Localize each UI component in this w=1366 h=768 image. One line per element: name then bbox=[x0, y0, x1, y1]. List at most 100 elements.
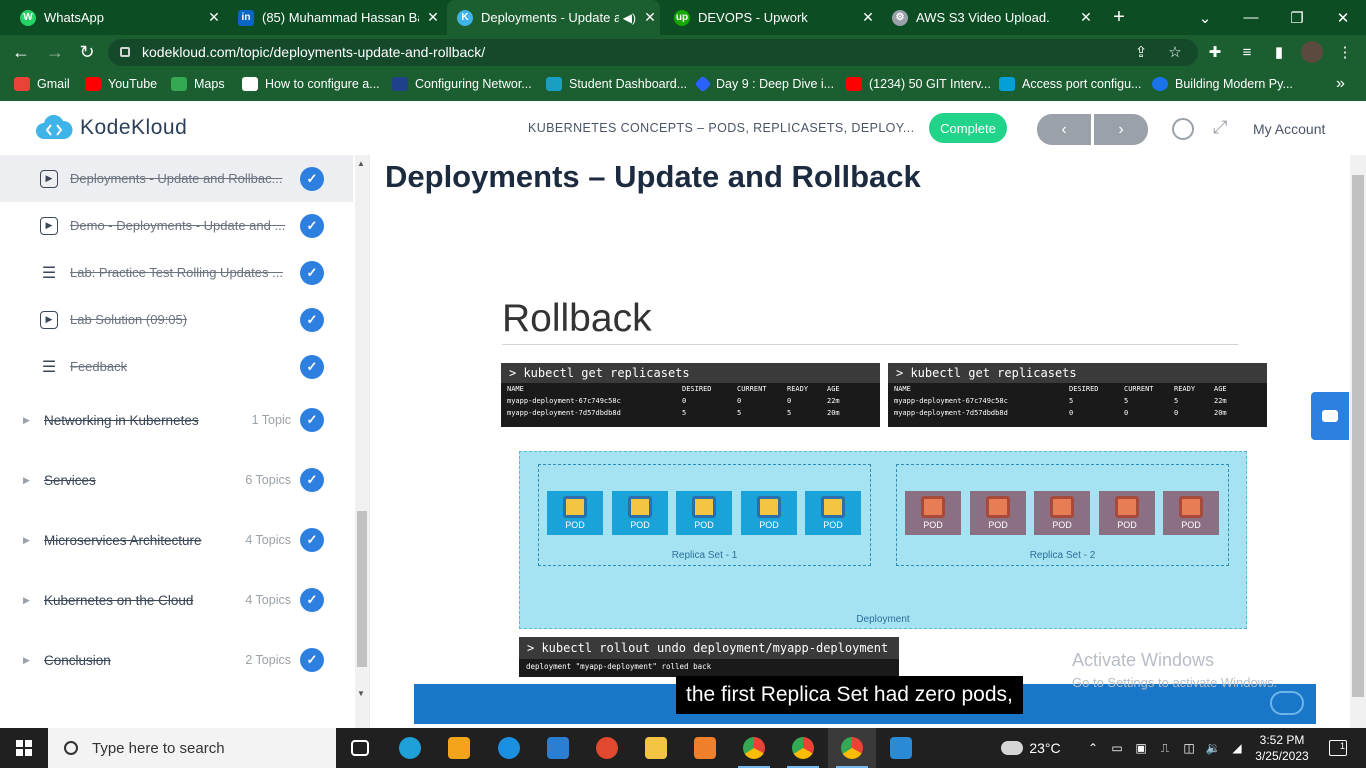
check-icon[interactable]: ✓ bbox=[300, 408, 324, 432]
bookmark-access-port[interactable]: Access port configu... bbox=[999, 69, 1142, 99]
prev-lesson-button[interactable]: ‹ bbox=[1037, 114, 1091, 145]
section-conclusion[interactable]: ▶ Conclusion 2 Topics ✓ bbox=[0, 631, 353, 689]
extensions-icon[interactable]: ✚ bbox=[1200, 35, 1230, 69]
tab-linkedin[interactable]: in (85) Muhammad Hassan Bash ✕ bbox=[230, 0, 443, 35]
close-window-button[interactable]: ✕ bbox=[1320, 0, 1366, 35]
tray-chevron-icon[interactable]: ⌃ bbox=[1082, 728, 1104, 768]
close-tab-icon[interactable]: ✕ bbox=[204, 9, 224, 26]
edge-icon[interactable] bbox=[386, 728, 434, 768]
taskbar-search[interactable]: Type here to search bbox=[48, 728, 336, 768]
notifications-icon[interactable]: 1 bbox=[1318, 728, 1358, 768]
section-cloud[interactable]: ▶ Kubernetes on the Cloud 4 Topics ✓ bbox=[0, 571, 353, 629]
usb-icon[interactable]: ⎍ bbox=[1154, 728, 1176, 768]
restore-button[interactable]: ❐ bbox=[1274, 0, 1320, 35]
audio-icon[interactable]: ◀) bbox=[623, 11, 636, 25]
tab-whatsapp[interactable]: W WhatsApp ✕ bbox=[12, 0, 224, 35]
section-microservices[interactable]: ▶ Microservices Architecture 4 Topics ✓ bbox=[0, 511, 353, 569]
skype-icon[interactable] bbox=[485, 728, 533, 768]
bookmark-day9[interactable]: Day 9 : Deep Dive i... bbox=[694, 69, 834, 99]
profile-avatar[interactable] bbox=[1297, 35, 1327, 69]
close-tab-icon[interactable]: ✕ bbox=[640, 9, 660, 26]
fullscreen-icon[interactable]: ⤢ bbox=[1213, 117, 1227, 138]
page-scrollbar[interactable] bbox=[1350, 155, 1366, 728]
url-field[interactable]: kodekloud.com/topic/deployments-update-a… bbox=[108, 39, 1198, 66]
battery-icon[interactable]: ▭ bbox=[1106, 728, 1128, 768]
weather-widget[interactable]: 23°C bbox=[996, 728, 1066, 768]
forward-icon[interactable]: → bbox=[40, 35, 70, 69]
share-icon[interactable]: ⇪ bbox=[1126, 35, 1156, 69]
close-tab-icon[interactable]: ✕ bbox=[1076, 9, 1096, 26]
side-panel-icon[interactable]: ▮ bbox=[1264, 35, 1294, 69]
scroll-down-icon[interactable]: ▼ bbox=[357, 689, 365, 698]
my-account-link[interactable]: My Account bbox=[1253, 121, 1325, 137]
minimize-button[interactable]: — bbox=[1228, 0, 1274, 35]
media-control-icon[interactable]: ≡ bbox=[1232, 35, 1262, 69]
scroll-up-icon[interactable]: ▲ bbox=[357, 159, 365, 168]
bookmark-youtube[interactable]: YouTube bbox=[85, 69, 157, 99]
volume-icon[interactable]: 🔉 bbox=[1202, 728, 1224, 768]
kodekloud-logo[interactable]: KodeKloud bbox=[34, 114, 187, 141]
check-icon[interactable]: ✓ bbox=[300, 166, 324, 191]
bookmark-networking[interactable]: Configuring Networ... bbox=[392, 69, 532, 99]
next-lesson-button[interactable]: › bbox=[1094, 114, 1148, 145]
new-tab-button[interactable]: + bbox=[1096, 0, 1142, 35]
network-icon[interactable]: ▣ bbox=[1130, 728, 1152, 768]
tab-aws-s3[interactable]: ⚙ AWS S3 Video Upload. ✕ bbox=[884, 0, 1096, 35]
tab-upwork[interactable]: up DEVOPS - Upwork ✕ bbox=[666, 0, 878, 35]
start-button[interactable] bbox=[0, 728, 48, 768]
back-icon[interactable]: ← bbox=[6, 35, 36, 69]
vscode-icon[interactable] bbox=[877, 728, 925, 768]
clock[interactable]: 3:52 PM 3/25/2023 bbox=[1254, 732, 1310, 764]
complete-button[interactable]: Complete bbox=[929, 113, 1007, 143]
wifi-icon[interactable]: ◢ bbox=[1226, 728, 1248, 768]
bookmark-gmail[interactable]: Gmail bbox=[14, 69, 70, 99]
more-bookmarks-button[interactable]: » bbox=[1336, 69, 1345, 99]
section-services[interactable]: ▶ Services 6 Topics ✓ bbox=[0, 451, 353, 509]
bookmark-student-dashboard[interactable]: Student Dashboard... bbox=[546, 69, 687, 99]
whatsapp-icon: W bbox=[20, 9, 36, 26]
check-icon[interactable]: ✓ bbox=[300, 528, 324, 552]
breadcrumb[interactable]: KUBERNETES CONCEPTS – PODS, REPLICASETS,… bbox=[528, 121, 915, 135]
chrome-icon[interactable] bbox=[730, 728, 778, 768]
video-slide[interactable]: Rollback > kubectl get replicasets NAME D… bbox=[414, 265, 1314, 685]
app-orange-icon[interactable] bbox=[681, 728, 729, 768]
time: 3:52 PM bbox=[1259, 733, 1305, 747]
check-icon[interactable]: ✓ bbox=[300, 213, 324, 238]
chrome-active-icon[interactable] bbox=[828, 728, 876, 768]
task-view-icon[interactable] bbox=[336, 728, 384, 768]
kebab-menu-icon[interactable]: ⋮ bbox=[1330, 35, 1360, 69]
sidebar-scrollbar[interactable]: ▲ ▼ bbox=[355, 155, 369, 728]
app-red-icon[interactable] bbox=[583, 728, 631, 768]
bookmark-configure[interactable]: How to configure a... bbox=[242, 69, 380, 99]
lesson-item[interactable]: ▶ Demo - Deployments - Update and ... ✓ bbox=[0, 202, 353, 249]
sidebar-scroll-thumb[interactable] bbox=[357, 511, 367, 667]
tab-search-chevron-icon[interactable]: ⌄ bbox=[1182, 0, 1228, 35]
check-icon[interactable]: ✓ bbox=[300, 307, 324, 332]
dark-mode-icon[interactable] bbox=[1172, 118, 1194, 140]
lesson-item[interactable]: ☰ Lab: Practice Test Rolling Updates ...… bbox=[0, 249, 353, 296]
chrome-profile-icon[interactable] bbox=[779, 728, 827, 768]
check-icon[interactable]: ✓ bbox=[300, 260, 324, 285]
page-scroll-thumb[interactable] bbox=[1352, 175, 1364, 697]
check-icon[interactable]: ✓ bbox=[300, 468, 324, 492]
camera-icon[interactable]: ◫ bbox=[1178, 728, 1200, 768]
mail-icon[interactable] bbox=[534, 728, 582, 768]
bookmark-modern-py[interactable]: Building Modern Py... bbox=[1152, 69, 1293, 99]
file-explorer-icon[interactable] bbox=[632, 728, 680, 768]
close-tab-icon[interactable]: ✕ bbox=[423, 9, 443, 26]
check-icon[interactable]: ✓ bbox=[300, 648, 324, 672]
bookmark-git-interview[interactable]: (1234) 50 GIT Interv... bbox=[846, 69, 991, 99]
lesson-item[interactable]: ▶ Lab Solution (09:05) ✓ bbox=[0, 296, 353, 343]
chat-widget-button[interactable] bbox=[1311, 392, 1349, 440]
bookmark-star-icon[interactable]: ☆ bbox=[1160, 35, 1190, 69]
check-icon[interactable]: ✓ bbox=[300, 354, 324, 379]
close-tab-icon[interactable]: ✕ bbox=[858, 9, 878, 26]
lesson-item[interactable]: ☰ Feedback ✓ bbox=[0, 343, 353, 390]
lesson-item[interactable]: ▶ Deployments - Update and Rollbac... ✓ bbox=[0, 155, 353, 202]
reload-icon[interactable]: ↻ bbox=[72, 35, 102, 69]
bookmark-maps[interactable]: Maps bbox=[171, 69, 225, 99]
tab-kodekloud[interactable]: K Deployments - Update and ◀) ✕ bbox=[447, 0, 660, 35]
check-icon[interactable]: ✓ bbox=[300, 588, 324, 612]
store-icon[interactable] bbox=[435, 728, 483, 768]
section-networking[interactable]: ▶ Networking in Kubernetes 1 Topic ✓ bbox=[0, 391, 353, 449]
